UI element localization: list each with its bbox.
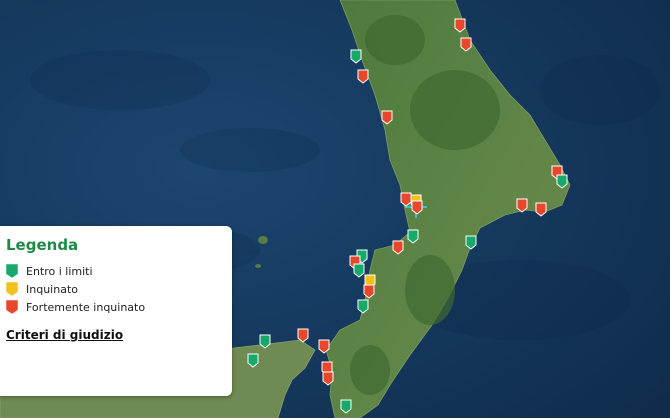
- legend-item-within-limits: Entro i limiti: [6, 262, 218, 280]
- legend-item-heavily-polluted: Fortemente inquinato: [6, 298, 218, 316]
- legend-title: Legenda: [6, 236, 79, 254]
- legend-item-label: Fortemente inquinato: [26, 300, 146, 314]
- legend-item-label: Inquinato: [26, 282, 78, 296]
- island: [258, 236, 268, 244]
- yellow-marker-icon: [6, 282, 18, 296]
- legend-item-polluted: Inquinato: [6, 280, 218, 298]
- criteria-link[interactable]: Criteri di giudizio: [6, 328, 123, 342]
- legend-item-label: Entro i limiti: [26, 264, 93, 278]
- green-marker-icon: [6, 264, 18, 278]
- legend-panel: Legenda Entro i limiti Inquinato Forteme…: [0, 226, 232, 396]
- red-marker-icon: [6, 300, 18, 314]
- island: [255, 264, 261, 268]
